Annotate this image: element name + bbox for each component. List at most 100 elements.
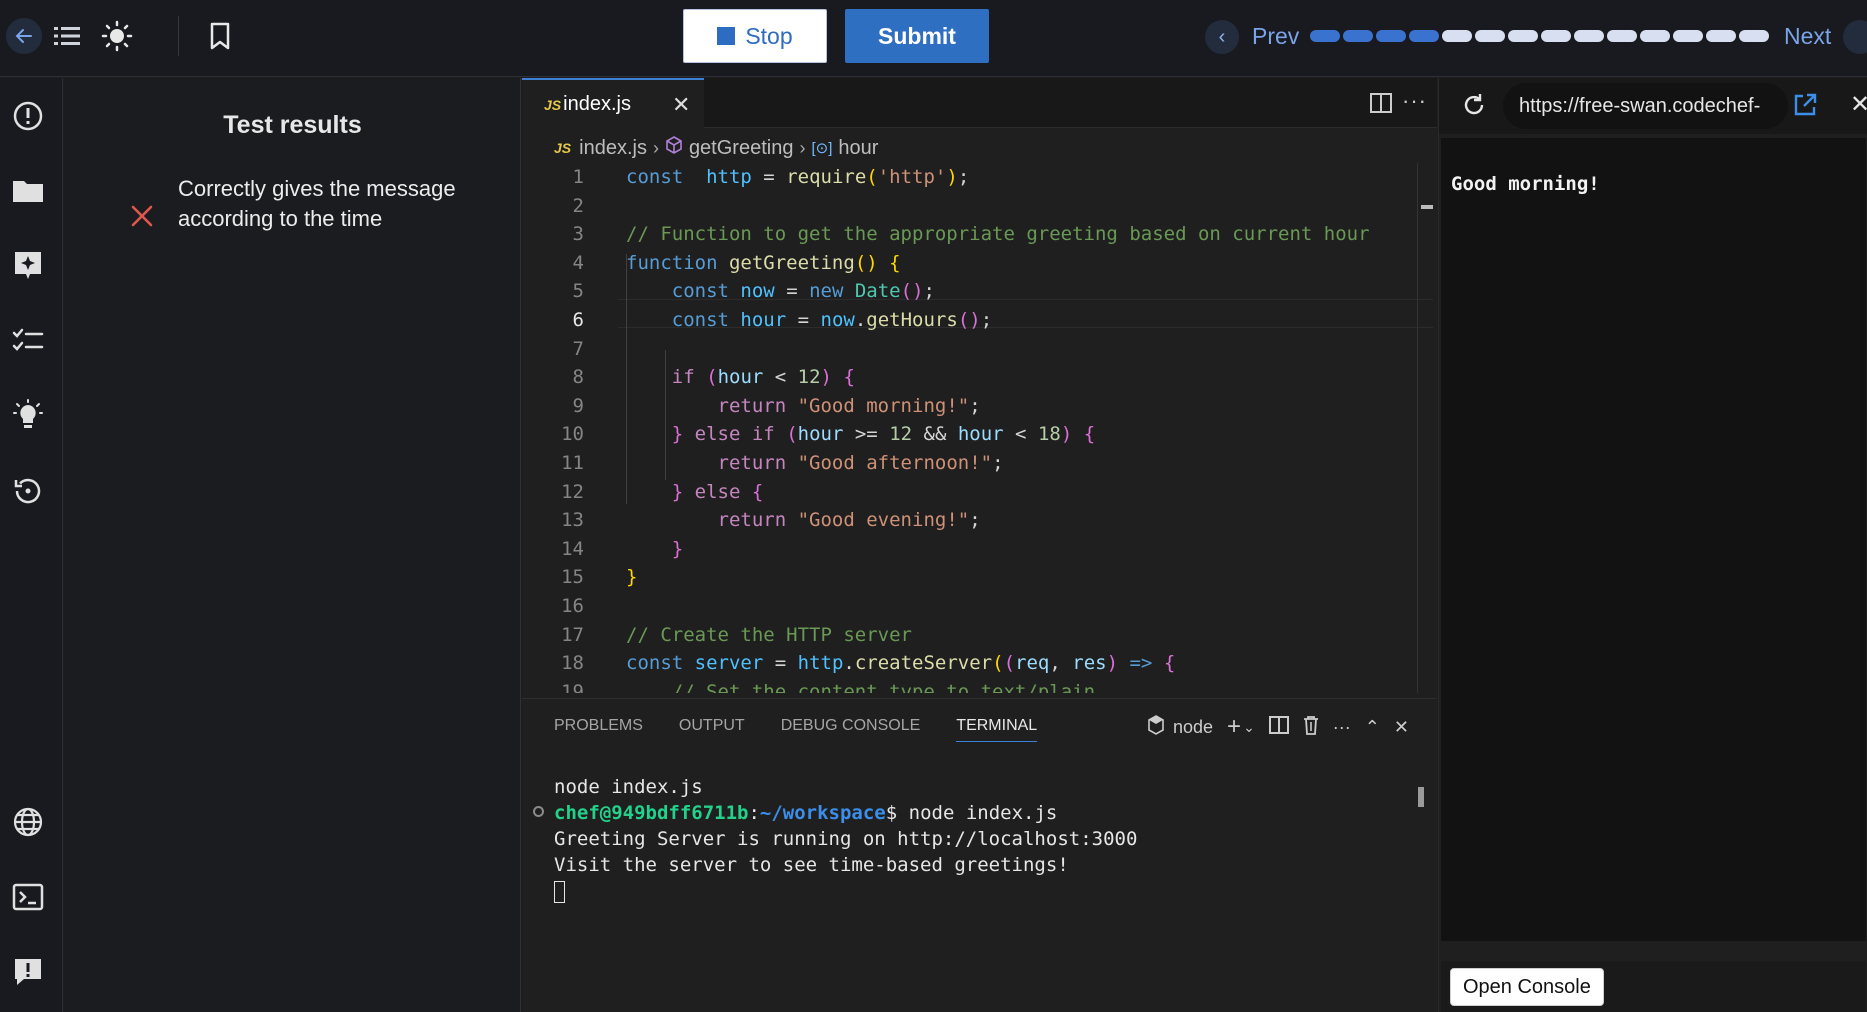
- line-number: 13: [561, 509, 584, 532]
- open-console-button[interactable]: Open Console: [1450, 968, 1604, 1006]
- progress-segment[interactable]: [1739, 30, 1769, 42]
- code-line: function getGreeting() {: [626, 251, 901, 274]
- prompt-sep: :: [748, 802, 760, 824]
- editor-scrollbar-thumb[interactable]: [1421, 205, 1433, 209]
- progress-segment[interactable]: [1574, 30, 1604, 42]
- trash-icon[interactable]: [1303, 715, 1319, 740]
- list-icon[interactable]: [50, 19, 84, 53]
- command-status-dot: [533, 806, 544, 817]
- prompt-command: $ node index.js: [885, 802, 1058, 824]
- line-number: 11: [561, 452, 584, 474]
- globe-icon[interactable]: [11, 805, 45, 839]
- tab-terminal[interactable]: TERMINAL: [956, 717, 1038, 742]
- line-number: 5: [572, 280, 584, 303]
- progress-segment[interactable]: [1673, 30, 1703, 42]
- preview-content: [1441, 138, 1866, 941]
- checklist-icon[interactable]: [11, 324, 45, 358]
- shell-label[interactable]: node: [1173, 717, 1213, 738]
- open-external-icon[interactable]: [1792, 92, 1818, 123]
- code-line: const server = http.createServer((req, r…: [626, 652, 1176, 675]
- fail-x-icon: [128, 202, 156, 230]
- new-terminal-icon[interactable]: +: [1227, 713, 1241, 741]
- code-line: return "Good morning!";: [717, 394, 981, 417]
- tab-problems[interactable]: PROBLEMS: [554, 717, 643, 742]
- ai-spark-icon[interactable]: [11, 249, 45, 283]
- progress-segment[interactable]: [1475, 30, 1505, 42]
- preview-url-input[interactable]: [1503, 83, 1788, 129]
- progress-segment[interactable]: [1442, 30, 1472, 42]
- progress-segment[interactable]: [1640, 30, 1670, 42]
- code-line: return "Good afternoon!";: [717, 452, 1004, 474]
- line-number: 15: [561, 566, 584, 589]
- prev-chevron-icon[interactable]: ‹: [1205, 20, 1239, 54]
- close-panel-icon[interactable]: ✕: [1394, 717, 1409, 738]
- submit-button[interactable]: Submit: [845, 9, 989, 63]
- terminal-cursor: [554, 880, 565, 903]
- folder-icon[interactable]: [11, 174, 45, 208]
- more-actions-icon[interactable]: ···: [1402, 88, 1427, 114]
- code-line: if (hour < 12) {: [671, 366, 855, 389]
- code-line: }: [626, 566, 638, 589]
- test-results-panel: Test results Correctly gives the message…: [64, 78, 521, 1012]
- editor-scrollbar-track: [1417, 163, 1418, 693]
- line-number: 8: [572, 366, 584, 389]
- progress-segment[interactable]: [1376, 30, 1406, 42]
- line-number: 4: [572, 251, 584, 274]
- progress-segment[interactable]: [1706, 30, 1736, 42]
- progress-segment[interactable]: [1310, 30, 1340, 42]
- tab-output[interactable]: OUTPUT: [679, 717, 745, 742]
- breadcrumb-file[interactable]: index.js: [579, 137, 647, 160]
- progress-segment[interactable]: [1409, 30, 1439, 42]
- progress-segment[interactable]: [1508, 30, 1538, 42]
- close-preview-icon[interactable]: ✕: [1850, 90, 1867, 119]
- breadcrumb-chevron-icon: ›: [799, 137, 806, 158]
- progress-segment[interactable]: [1343, 30, 1373, 42]
- panel-tabs: PROBLEMS OUTPUT DEBUG CONSOLE TERMINAL: [554, 717, 1038, 742]
- browser-preview: ✕ Good morning! Open Console: [1438, 78, 1867, 1012]
- code-line: } else {: [671, 480, 764, 503]
- back-arrow-icon[interactable]: [6, 18, 42, 54]
- next-chevron-icon[interactable]: [1843, 20, 1867, 54]
- progress-segment[interactable]: [1607, 30, 1637, 42]
- code-area[interactable]: 1 2 3 4 5 6 7 8 9 10 11 12 13 14 15 16 1…: [522, 163, 1437, 693]
- next-button[interactable]: Next: [1784, 23, 1831, 50]
- js-file-icon: JS: [544, 96, 562, 113]
- prompt-user: chef@949bdff6711b: [554, 802, 749, 824]
- tab-debug-console[interactable]: DEBUG CONSOLE: [781, 717, 921, 742]
- breadcrumb-function[interactable]: getGreeting: [689, 137, 794, 160]
- breadcrumb: JS index.js › getGreeting › [⊙] hour: [554, 135, 878, 161]
- history-icon[interactable]: [11, 474, 45, 508]
- breadcrumb-chevron-icon: ›: [652, 137, 659, 158]
- bookmark-icon[interactable]: [203, 19, 237, 53]
- refresh-icon[interactable]: [1461, 92, 1487, 123]
- stop-square-icon: [717, 27, 736, 45]
- top-toolbar: Stop Submit ‹ Prev Next: [0, 0, 1867, 77]
- prompt-path: ~/workspace: [759, 802, 886, 824]
- progress-segment[interactable]: [1541, 30, 1571, 42]
- close-tab-icon[interactable]: ✕: [672, 92, 690, 118]
- terminal-scrollbar-thumb[interactable]: [1418, 787, 1424, 807]
- maximize-panel-icon[interactable]: ⌃: [1365, 717, 1380, 738]
- line-number: 9: [572, 394, 584, 417]
- terminal-output[interactable]: node index.js chef@949bdff6711b:~/workspa…: [554, 774, 1137, 904]
- feedback-icon[interactable]: [11, 955, 45, 989]
- stop-label: Stop: [745, 22, 793, 49]
- line-number: 2: [572, 194, 584, 217]
- line-number: 7: [572, 337, 584, 360]
- line-number: 14: [561, 537, 584, 560]
- prev-button[interactable]: Prev: [1252, 23, 1299, 50]
- cube-icon: [665, 136, 683, 160]
- breadcrumb-variable[interactable]: hour: [838, 137, 878, 160]
- code-line: const now = new Date();: [671, 280, 935, 303]
- editor-tabbar: JS index.js ✕ ···: [522, 78, 1437, 129]
- line-number: 17: [561, 623, 584, 646]
- more-actions-icon[interactable]: ···: [1333, 717, 1351, 738]
- chevron-down-icon[interactable]: ⌄: [1243, 719, 1255, 736]
- split-terminal-icon[interactable]: [1268, 715, 1289, 739]
- stop-button[interactable]: Stop: [683, 9, 827, 63]
- split-editor-icon[interactable]: [1370, 93, 1392, 118]
- terminal-icon[interactable]: [11, 880, 45, 914]
- sun-icon[interactable]: [100, 19, 134, 53]
- alert-circle-icon[interactable]: [11, 99, 45, 133]
- lightbulb-icon[interactable]: [11, 399, 45, 433]
